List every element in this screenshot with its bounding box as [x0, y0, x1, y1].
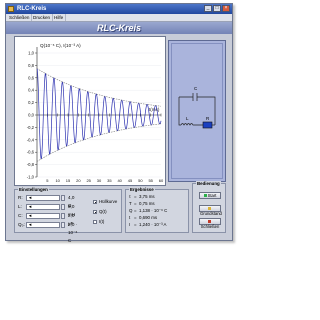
- setting-label: L:: [18, 204, 22, 209]
- y-tick-label: -0,6: [27, 150, 35, 155]
- y-tick-label: 0,4: [28, 88, 34, 93]
- settings-legend: Einstellungen: [18, 187, 49, 192]
- plot-area: 1,0 0,8 0,6 0,4 0,2 0,0 -0,2 -0,4 -0,6 -0,8 -1,0 5 1…: [14, 36, 166, 186]
- result-value: 1,240 · 10⁻³ A: [139, 222, 167, 227]
- setting-r-slider[interactable]: ◄: [26, 195, 60, 201]
- setting-value: 2,0 · 10⁻⁶ C: [68, 222, 78, 243]
- play-icon: [203, 194, 207, 198]
- y-tick-label: -0,4: [27, 137, 35, 142]
- x-tick-label: 10: [55, 178, 60, 183]
- controls-legend: Bedienung: [196, 181, 221, 186]
- close-label: Schließen: [200, 224, 220, 229]
- controls-group: Bedienung Start Grundstand Schließen: [192, 181, 226, 233]
- inductor-label: L: [186, 116, 189, 121]
- setting-l-slider[interactable]: ◄: [26, 204, 60, 210]
- start-button[interactable]: Start: [199, 192, 221, 199]
- setting-label: C:: [18, 213, 23, 218]
- setting-c-spin[interactable]: [61, 213, 65, 219]
- result-label: I: [129, 222, 131, 227]
- reset-icon: [208, 207, 211, 211]
- setting-label: Q₀:: [18, 222, 25, 227]
- checkbox-it[interactable]: [93, 220, 97, 224]
- setting-label: R:: [18, 195, 23, 200]
- chart-svg: 1,0 0,8 0,6 0,4 0,2 0,0 -0,2 -0,4 -0,6 -0,8 -1,0 5 1…: [27, 43, 164, 183]
- exit-icon: [208, 220, 211, 224]
- setting-r-spin[interactable]: [61, 195, 65, 201]
- app-icon: [8, 6, 14, 12]
- menu-drucken[interactable]: Drucken: [31, 14, 54, 21]
- menu-hilfe[interactable]: Hilfe: [52, 14, 67, 21]
- close-button[interactable]: Schließen: [199, 218, 221, 229]
- capacitor-symbol: [192, 93, 198, 101]
- capacitor-label: C: [194, 86, 198, 91]
- setting-c-slider[interactable]: ◄: [26, 213, 60, 219]
- title-bar: RLC-Kreis _ □ ×: [6, 4, 232, 14]
- app-window: RLC-Kreis _ □ × Schließen Drucken Hilfe …: [5, 3, 233, 243]
- start-label: Start: [207, 193, 217, 198]
- y-tick-label: 0,2: [28, 100, 34, 105]
- x-tick-label: 25: [86, 178, 91, 183]
- envelope-line: [36, 123, 162, 162]
- result-label: t: [129, 215, 131, 220]
- result-value: 3,75 ms: [139, 194, 155, 199]
- result-label: τ: [129, 194, 131, 199]
- x-tick-label: 40: [117, 178, 122, 183]
- option-label: Q(t): [99, 209, 107, 214]
- circuit-panel: C L R: [168, 40, 226, 182]
- result-value: 0,75 ms: [139, 201, 155, 206]
- setting-q0-spin[interactable]: [61, 222, 65, 228]
- x-tick-label: 55: [148, 178, 153, 183]
- x-tick-label: 35: [107, 178, 112, 183]
- bottom-panel: Einstellungen R: ◄ 4,0 Ω L: ◄ 8,0 mH C: …: [14, 181, 226, 243]
- setting-l-spin[interactable]: [61, 204, 65, 210]
- results-group: Ergebnisse τ = 3,75 ms T = 0,75 ms Q = 1,13…: [125, 187, 189, 233]
- y-tick-label: 0,6: [28, 75, 34, 80]
- y-tick-label: 0,8: [28, 63, 34, 68]
- y-axis-label: Q(10⁻⁶ C), I(10⁻³ A): [40, 43, 81, 48]
- result-value: 1,138 · 10⁻⁶ C: [139, 208, 168, 213]
- checkbox-envelope[interactable]: [93, 200, 97, 204]
- reset-button[interactable]: Grundstand: [199, 205, 222, 216]
- x-tick-label: 20: [76, 178, 81, 183]
- window-title: RLC-Kreis: [17, 6, 47, 12]
- checkbox-qt[interactable]: [93, 210, 97, 214]
- close-window-button[interactable]: ×: [222, 5, 230, 12]
- page-title: RLC-Kreis: [96, 23, 141, 33]
- y-tick-label: -0,8: [27, 162, 35, 167]
- option-label: I(t): [99, 219, 105, 224]
- y-tick-label: 0,0: [28, 113, 34, 118]
- inductor-symbol: [180, 123, 203, 126]
- y-tick-label: -0,2: [27, 125, 35, 130]
- result-label: Q: [129, 208, 133, 213]
- x-tick-label: 50: [138, 178, 143, 183]
- settings-group: Einstellungen R: ◄ 4,0 Ω L: ◄ 8,0 mH C: …: [14, 187, 122, 243]
- maximize-button[interactable]: □: [213, 5, 221, 12]
- results-legend: Ergebnisse: [129, 187, 155, 192]
- y-tick-label: 1,0: [28, 51, 34, 56]
- result-value: 0,690 ms: [139, 215, 158, 220]
- circuit-wire: [178, 96, 216, 126]
- setting-q0-slider[interactable]: ◄: [26, 222, 60, 228]
- reset-label: Grundstand: [200, 211, 222, 216]
- page-header: RLC-Kreis: [6, 22, 232, 34]
- x-tick-label: 30: [97, 178, 102, 183]
- circuit-diagram: C L R: [178, 86, 216, 129]
- minimize-button[interactable]: _: [204, 5, 212, 12]
- x-tick-label: 45: [128, 178, 133, 183]
- option-label: Hüllkurve: [99, 199, 118, 204]
- resistor-label: R: [206, 116, 210, 121]
- x-tick-label: 5: [46, 178, 49, 183]
- resistor-symbol: [202, 121, 213, 129]
- result-label: T: [129, 201, 132, 206]
- y-tick-label: -1,0: [27, 175, 35, 180]
- menu-bar: Schließen Drucken Hilfe: [6, 14, 232, 22]
- x-tick-label: 60: [159, 178, 164, 183]
- menu-schliessen[interactable]: Schließen: [7, 14, 33, 21]
- x-tick-label: 15: [66, 178, 71, 183]
